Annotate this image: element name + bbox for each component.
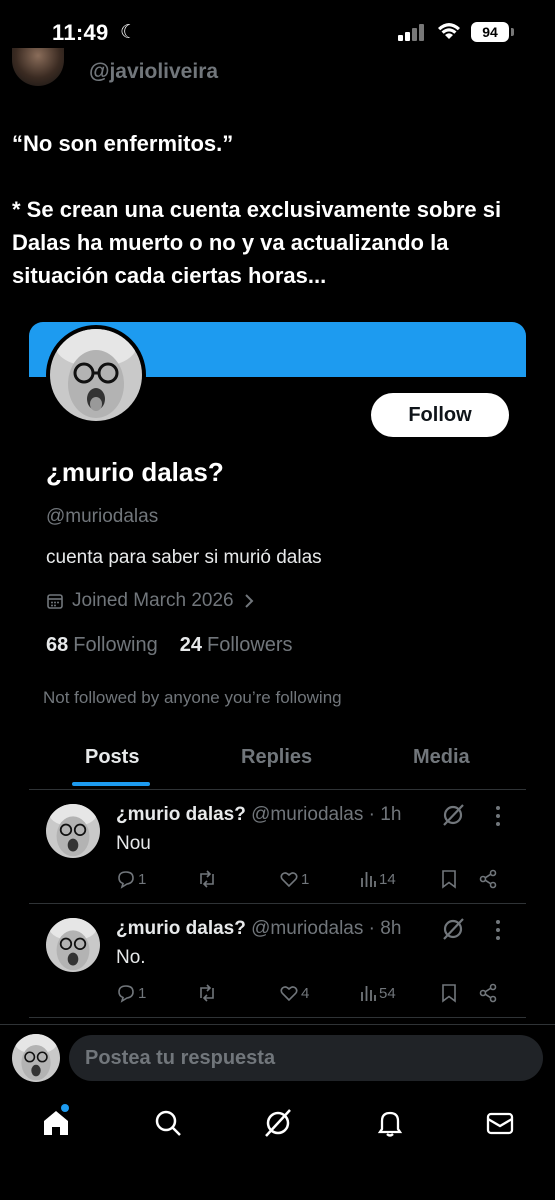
post-time: 8h	[380, 918, 402, 939]
wifi-icon	[438, 23, 460, 39]
following-label: Following	[73, 634, 158, 656]
share-icon[interactable]	[478, 869, 498, 889]
profile-bio: cuenta para saber si murió dalas	[46, 547, 322, 568]
like-count: 4	[301, 984, 310, 1002]
post-author-name[interactable]: ¿murio dalas?	[116, 804, 246, 825]
post-author-handle[interactable]: @muriodalas	[251, 804, 363, 825]
not-followed-note: Not followed by anyone you’re following	[43, 688, 342, 707]
follow-button[interactable]: Follow	[371, 393, 509, 437]
tab-posts[interactable]: Posts	[85, 746, 139, 769]
status-bar: 11:49 ☾ 94	[0, 0, 555, 62]
profile-avatar[interactable]	[46, 325, 146, 425]
reply-icon	[118, 985, 134, 1003]
heart-icon	[280, 872, 298, 888]
like-action[interactable]: 4	[279, 983, 309, 1003]
calendar-icon	[47, 594, 63, 609]
views-count: 14	[379, 870, 396, 888]
tweet-line-description: * Se crean una cuenta exclusivamente sob…	[12, 197, 502, 288]
reply-icon	[118, 871, 134, 889]
more-options-icon[interactable]	[491, 918, 505, 942]
active-tab-indicator	[72, 782, 150, 786]
followers-stat[interactable]: 24 Followers	[180, 634, 293, 657]
author-avatar[interactable]	[12, 48, 64, 86]
post-text: No.	[116, 947, 146, 968]
repost-icon	[200, 984, 214, 1002]
battery-tip	[511, 28, 514, 36]
tab-replies[interactable]: Replies	[241, 746, 312, 769]
more-options-icon[interactable]	[491, 804, 505, 828]
grok-icon[interactable]	[262, 1107, 294, 1139]
following-count: 68	[46, 634, 69, 656]
search-icon[interactable]	[152, 1107, 184, 1139]
face-photo-icon	[46, 918, 100, 972]
home-icon[interactable]	[40, 1107, 72, 1139]
post-header: ¿murio dalas? @muriodalas · 1h	[116, 804, 402, 825]
profile-tabs: Posts Replies Media	[29, 730, 526, 790]
profile-display-name: ¿murio dalas?	[46, 457, 224, 487]
post-author-handle[interactable]: @muriodalas	[251, 918, 363, 939]
reply-action[interactable]: 1	[116, 869, 146, 889]
share-icon[interactable]	[478, 983, 498, 1003]
post-actions: 1 4 54	[116, 983, 506, 1007]
repost-action[interactable]	[196, 983, 220, 1003]
profile-joined[interactable]: Joined March 2026	[46, 590, 256, 612]
moon-icon: ☾	[120, 22, 138, 43]
bottom-nav	[0, 1095, 555, 1155]
post-item[interactable]: ¿murio dalas? @muriodalas · 8h No. 1 4 5…	[29, 904, 526, 1018]
chevron-right-icon	[244, 594, 254, 608]
followers-label: Followers	[206, 634, 293, 656]
author-handle[interactable]: @javioliveira	[89, 60, 218, 84]
face-photo-icon	[12, 1034, 60, 1082]
profile-stats: 68 Following 24 Followers	[46, 634, 293, 657]
views-action[interactable]: 14	[359, 869, 396, 889]
notifications-icon[interactable]	[374, 1107, 406, 1139]
like-count: 1	[301, 870, 310, 888]
reply-divider	[0, 1024, 555, 1025]
cellular-signal-icon	[398, 23, 428, 41]
grok-icon[interactable]	[440, 802, 466, 828]
tab-media[interactable]: Media	[413, 746, 470, 769]
tweet-text: “No son enfermitos.” * Se crean una cuen…	[12, 127, 547, 292]
bookmark-icon[interactable]	[440, 869, 458, 889]
post-avatar[interactable]	[46, 918, 100, 972]
joined-label: Joined March 2026	[72, 590, 234, 611]
views-icon	[361, 986, 376, 1001]
bookmark-icon[interactable]	[440, 983, 458, 1003]
following-stat[interactable]: 68 Following	[46, 634, 158, 657]
post-header: ¿murio dalas? @muriodalas · 8h	[116, 918, 402, 939]
messages-icon[interactable]	[484, 1107, 516, 1139]
face-photo-icon	[50, 329, 142, 421]
reply-count: 1	[138, 870, 147, 888]
like-action[interactable]: 1	[279, 869, 309, 889]
views-count: 54	[379, 984, 396, 1002]
reply-avatar	[12, 1034, 60, 1082]
tweet-line-quote: “No son enfermitos.”	[12, 131, 234, 156]
post-item[interactable]: ¿murio dalas? @muriodalas · 1h Nou 1 1 1…	[29, 790, 526, 904]
heart-icon	[280, 986, 298, 1002]
reply-count: 1	[138, 984, 147, 1002]
post-author-name[interactable]: ¿murio dalas?	[116, 918, 246, 939]
reply-action[interactable]: 1	[116, 983, 146, 1003]
views-action[interactable]: 54	[359, 983, 396, 1003]
followers-count: 24	[179, 634, 202, 656]
post-actions: 1 1 14	[116, 869, 506, 893]
views-icon	[361, 872, 376, 887]
grok-icon[interactable]	[440, 916, 466, 942]
reply-input[interactable]	[69, 1035, 543, 1081]
post-text: Nou	[116, 833, 151, 854]
repost-icon	[200, 870, 214, 888]
repost-action[interactable]	[196, 869, 220, 889]
post-time: 1h	[380, 804, 402, 825]
notification-dot	[61, 1104, 69, 1112]
status-time: 11:49	[52, 20, 109, 45]
profile-card: Follow ¿murio dalas? @muriodalas cuenta …	[29, 322, 526, 1022]
face-photo-icon	[46, 804, 100, 858]
post-avatar[interactable]	[46, 804, 100, 858]
profile-handle: @muriodalas	[46, 506, 159, 527]
battery-indicator: 94	[471, 22, 509, 42]
